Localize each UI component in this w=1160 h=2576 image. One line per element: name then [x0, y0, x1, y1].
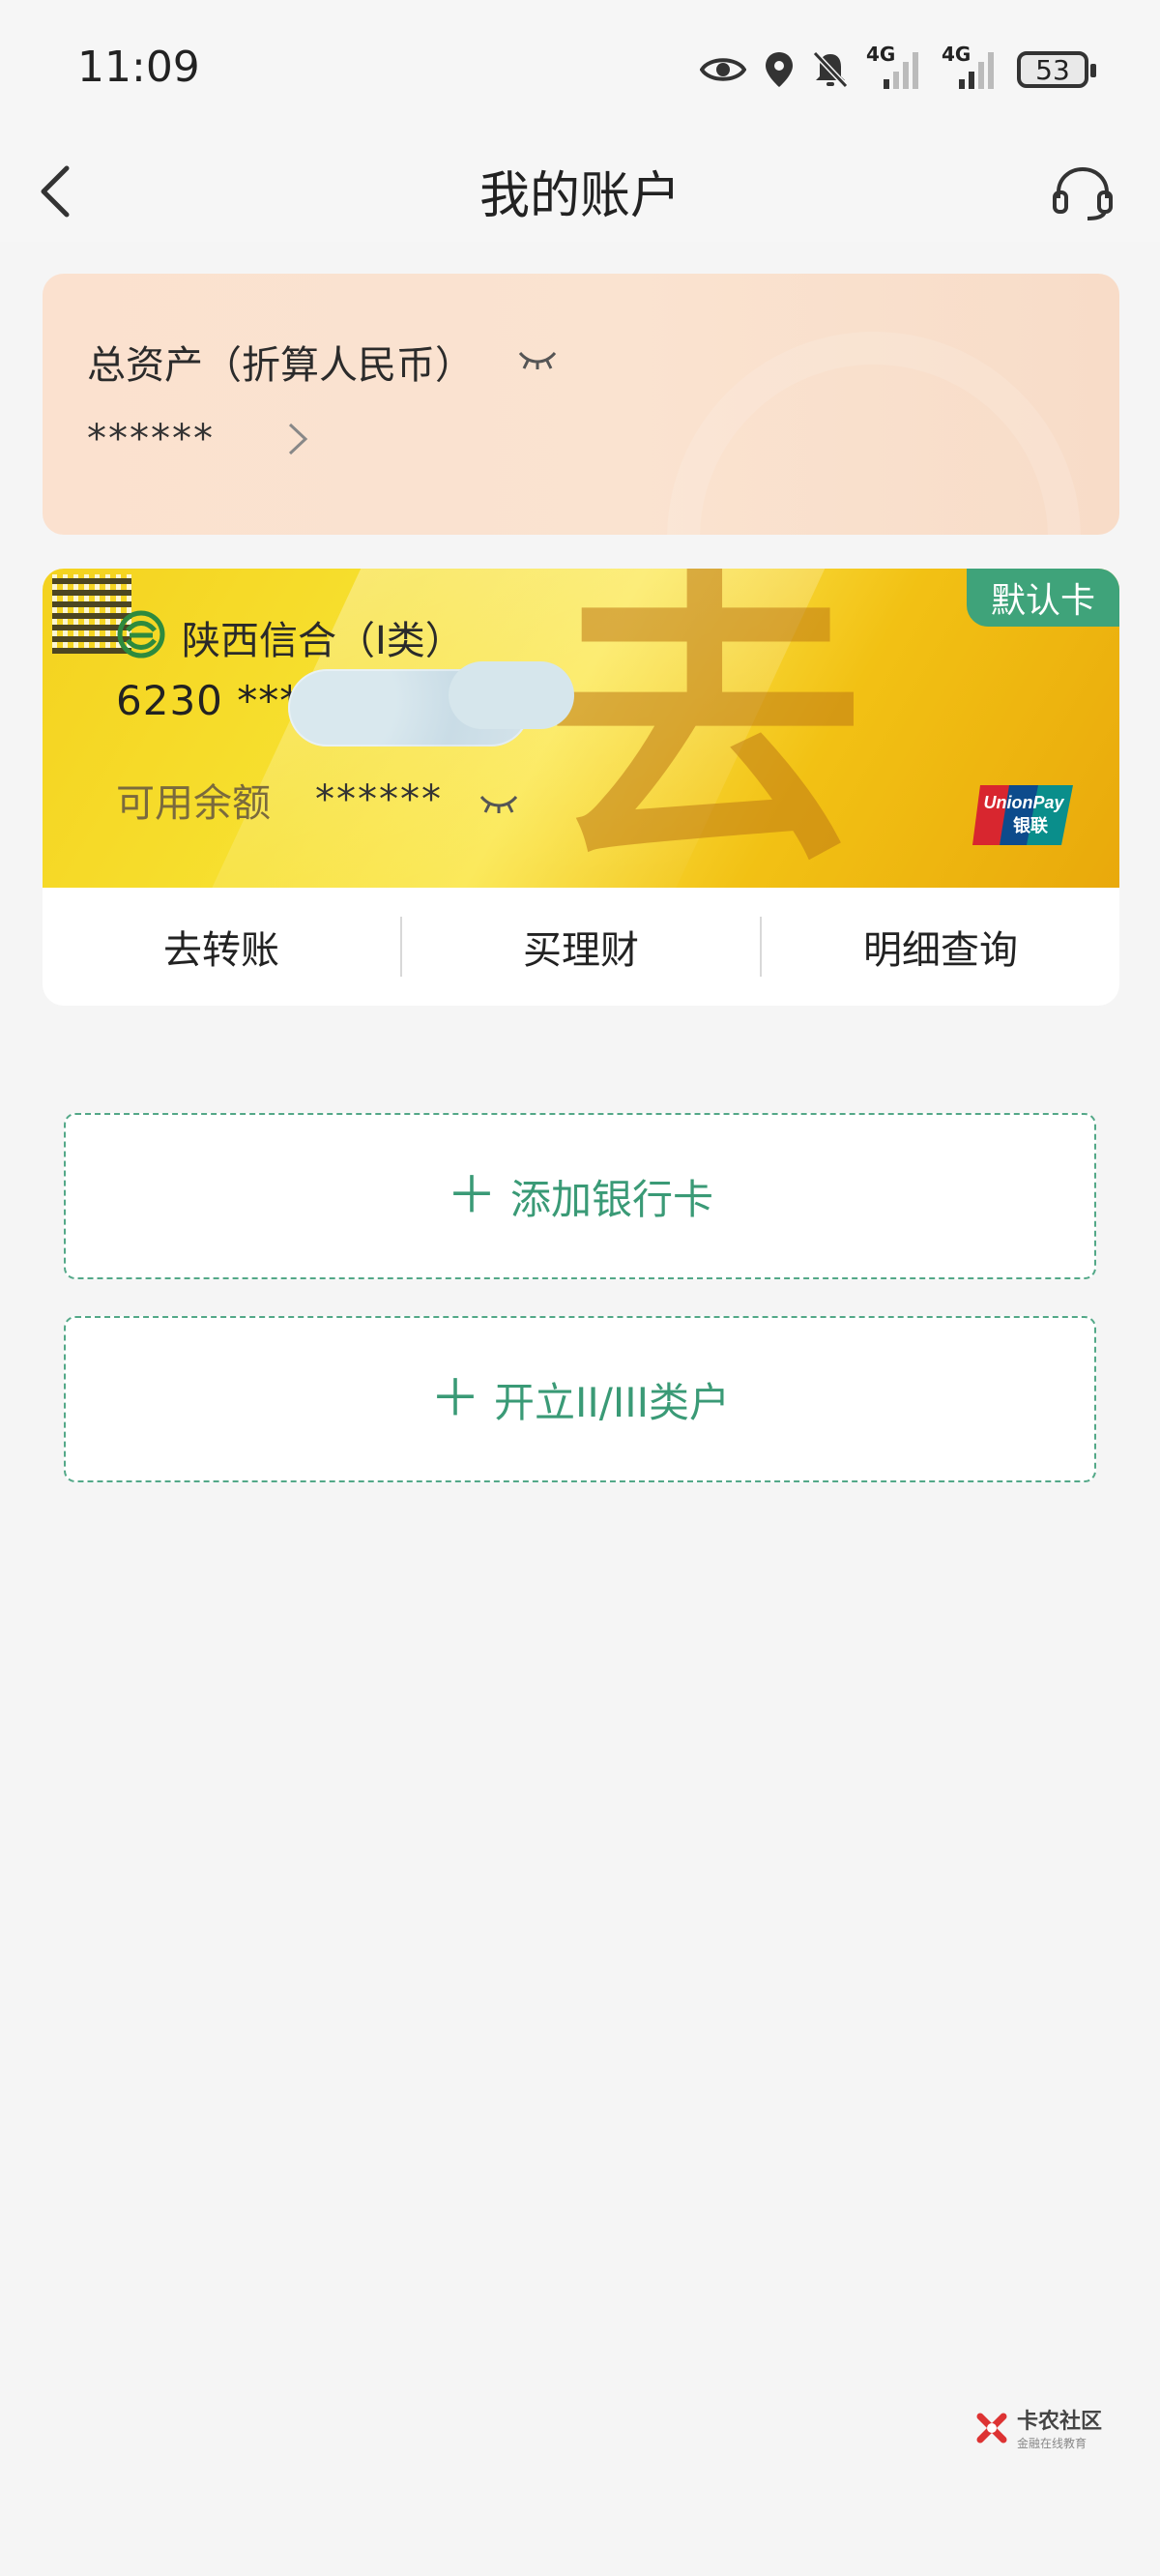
- total-assets-label: 总资产（折算人民币）: [87, 343, 474, 388]
- card-face[interactable]: 去 默认卡 陕西信合（I类） 6230 *** 可用余额 ****** Unio…: [43, 569, 1119, 888]
- watermark-subtitle: 金融在线教育: [1016, 2437, 1087, 2450]
- network-type-1: 4G: [866, 43, 896, 66]
- network-type-2: 4G: [942, 43, 972, 66]
- unionpay-logo: UnionPay 银联: [971, 781, 1077, 849]
- chevron-right-icon[interactable]: [286, 421, 309, 461]
- watermark-text: 卡农社区 金融在线教育: [1017, 2404, 1102, 2451]
- add-bank-card-label: 添加银行卡: [510, 1175, 714, 1223]
- total-assets-card[interactable]: 总资产（折算人民币） ******: [43, 274, 1119, 535]
- location-icon: [764, 50, 795, 89]
- watermark-logo-icon: [976, 2413, 1007, 2443]
- card-number: 6230 ***: [116, 677, 302, 724]
- available-balance-value: ******: [315, 777, 443, 822]
- page-title: 我的账户: [478, 167, 681, 225]
- status-icons: 4G 4G 53: [700, 43, 1096, 97]
- buy-wealth-button[interactable]: 买理财: [402, 919, 760, 975]
- unionpay-text: UnionPay: [983, 793, 1064, 812]
- bank-logo-icon: [116, 609, 166, 663]
- yinlian-text: 银联: [1013, 815, 1048, 836]
- total-assets-value: ******: [87, 417, 215, 461]
- status-time: 11:09: [77, 43, 200, 92]
- open-account-label: 开立II/III类户: [493, 1378, 731, 1426]
- hide-amount-icon[interactable]: [516, 349, 559, 374]
- transfer-button[interactable]: 去转账: [43, 919, 400, 975]
- card-actions: 去转账 买理财 明细查询: [43, 888, 1119, 1006]
- available-balance-label: 可用余额: [116, 781, 271, 826]
- eye-icon: [700, 53, 746, 86]
- watermark: 卡农社区 金融在线教育: [974, 2404, 1102, 2451]
- add-bank-card-button[interactable]: ＋ 添加银行卡: [64, 1113, 1096, 1279]
- plus-icon: ＋: [429, 1370, 480, 1428]
- open-account-button[interactable]: ＋ 开立II/III类户: [64, 1316, 1096, 1482]
- calligraphy-character: 去: [545, 569, 864, 888]
- signal-4g-icon-2: 4G: [942, 43, 1000, 91]
- redaction-mask-2: [449, 661, 574, 729]
- customer-service-button[interactable]: [1044, 155, 1121, 232]
- hide-balance-icon[interactable]: [478, 793, 520, 818]
- bank-name: 陕西信合（I类）: [182, 619, 464, 663]
- battery-level: 53: [1035, 53, 1070, 86]
- default-card-badge: 默认卡: [967, 569, 1119, 627]
- decorative-circle: [667, 332, 1081, 535]
- mute-bell-icon: [812, 50, 849, 89]
- signal-4g-icon-1: 4G: [866, 43, 924, 91]
- status-bar: 11:09 4G 4G 53: [0, 0, 1160, 143]
- bank-card[interactable]: 去 默认卡 陕西信合（I类） 6230 *** 可用余额 ****** Unio…: [43, 569, 1119, 1006]
- details-query-button[interactable]: 明细查询: [762, 919, 1119, 975]
- plus-icon: ＋: [446, 1167, 497, 1225]
- watermark-title: 卡农社区: [1016, 2410, 1102, 2434]
- nav-bar: 我的账户: [0, 143, 1160, 240]
- battery-icon: 53: [1017, 51, 1096, 88]
- headset-icon: [1053, 166, 1113, 220]
